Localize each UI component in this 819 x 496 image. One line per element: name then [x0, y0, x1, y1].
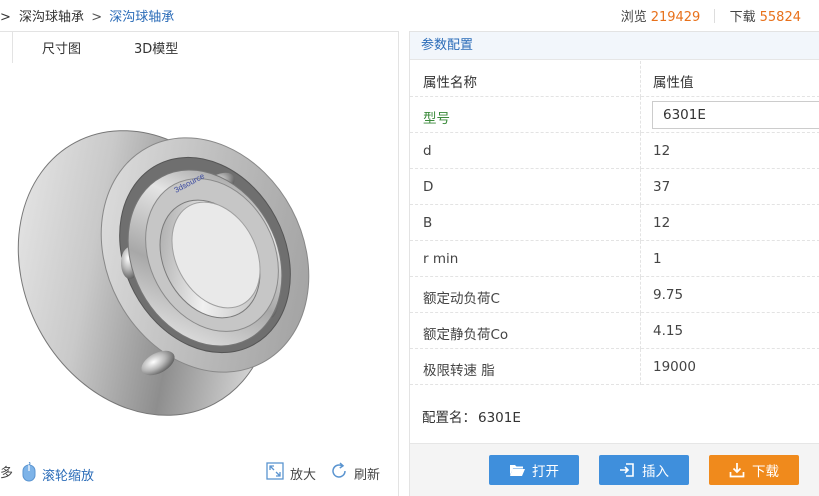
refresh-button[interactable]: 刷新	[330, 462, 380, 484]
param-name: 极限转速 脂	[423, 363, 495, 379]
param-name: r min	[423, 251, 459, 267]
param-row: r min 1	[410, 241, 819, 277]
param-table: 属性名称 属性值 型号 6301E d 12 D 37 B 12 r min 1 额定动负荷C 9…	[410, 61, 819, 385]
config-name-label: 配置名：	[422, 410, 476, 426]
param-row: 额定静负荷Co 4.15	[410, 313, 819, 349]
param-name: D	[423, 179, 434, 195]
breadcrumb-parent[interactable]: 深沟球轴承	[19, 10, 84, 25]
top-bar: > 深沟球轴承 > 深沟球轴承 浏览 219429 下载 55824	[0, 0, 819, 30]
insert-icon	[619, 462, 635, 478]
viewer-hint-partial: 多	[0, 466, 14, 481]
refresh-label: 刷新	[354, 467, 381, 483]
breadcrumb: > 深沟球轴承 > 深沟球轴承	[0, 6, 174, 25]
zoom-button[interactable]: 放大	[266, 462, 316, 484]
scroll-zoom-hint: 滚轮缩放	[22, 461, 95, 486]
tab-active-edge	[0, 32, 13, 63]
action-bar: 打开 插入 下载	[410, 443, 819, 496]
downloads-count: 55824	[759, 10, 801, 25]
tab-dimension-drawing[interactable]: 尺寸图	[42, 38, 81, 57]
param-name: d	[423, 143, 432, 159]
param-row: 额定动负荷C 9.75	[410, 277, 819, 313]
param-value: 37	[653, 179, 671, 195]
zoom-label: 放大	[290, 467, 317, 483]
param-config-title: 参数配置	[410, 32, 819, 60]
open-button[interactable]: 打开	[489, 455, 579, 485]
param-value: 4.15	[653, 323, 684, 339]
param-rows: d 12 D 37 B 12 r min 1 额定动负荷C 9.75 额定静负荷Co 4.15 极限转速…	[410, 133, 819, 385]
bearing-model-image[interactable]: 3dsource	[0, 63, 398, 443]
param-value: 12	[653, 143, 671, 159]
param-value: 9.75	[653, 287, 684, 303]
stats-divider	[714, 9, 716, 23]
views-label: 浏览	[620, 10, 647, 25]
model-label: 型号	[423, 111, 450, 127]
header-name: 属性名称	[423, 75, 477, 91]
config-name: 配置名： 6301E	[422, 406, 521, 426]
param-row: B 12	[410, 205, 819, 241]
breadcrumb-current[interactable]: 深沟球轴承	[109, 10, 174, 25]
param-row: D 37	[410, 169, 819, 205]
insert-button[interactable]: 插入	[599, 455, 689, 485]
expand-icon	[266, 462, 284, 484]
param-value: 19000	[653, 359, 696, 375]
download-button[interactable]: 下载	[709, 455, 799, 485]
param-value: 12	[653, 215, 671, 231]
model-row: 型号 6301E	[410, 97, 819, 133]
param-name: 额定动负荷C	[423, 291, 500, 307]
open-label: 打开	[532, 464, 559, 480]
refresh-icon	[330, 462, 348, 484]
model-viewer-panel: 尺寸图 3D模型 3dsource 多 滚轮缩放 放大 刷新	[0, 31, 399, 496]
tab-3d-model[interactable]: 3D模型	[134, 38, 178, 57]
breadcrumb-separator: >	[91, 10, 103, 25]
mouse-icon	[22, 461, 36, 486]
download-label: 下载	[752, 464, 779, 480]
download-icon	[729, 462, 745, 478]
stats: 浏览 219429 下载 55824	[621, 6, 801, 25]
viewer-tabs: 尺寸图 3D模型	[0, 32, 398, 63]
param-value: 1	[653, 251, 662, 267]
param-config-panel: 参数配置 属性名称 属性值 型号 6301E d 12 D 37 B 12 r min 1 额定…	[409, 31, 819, 496]
param-row: 极限转速 脂 19000	[410, 349, 819, 385]
viewer-footer: 多 滚轮缩放 放大 刷新	[0, 450, 398, 490]
param-row: d 12	[410, 133, 819, 169]
param-name: B	[423, 215, 433, 231]
breadcrumb-prefix: >	[0, 10, 11, 25]
scroll-zoom-label: 滚轮缩放	[42, 468, 95, 484]
config-name-value: 6301E	[478, 410, 521, 426]
views-count: 219429	[650, 10, 701, 25]
3d-viewport[interactable]: 3dsource	[0, 63, 398, 443]
model-select[interactable]: 6301E	[652, 101, 819, 129]
insert-label: 插入	[642, 464, 669, 480]
param-name: 额定静负荷Co	[423, 327, 509, 343]
downloads-label: 下载	[729, 10, 756, 25]
folder-open-icon	[509, 463, 525, 477]
param-table-header: 属性名称 属性值	[410, 61, 819, 97]
header-value: 属性值	[653, 75, 694, 91]
